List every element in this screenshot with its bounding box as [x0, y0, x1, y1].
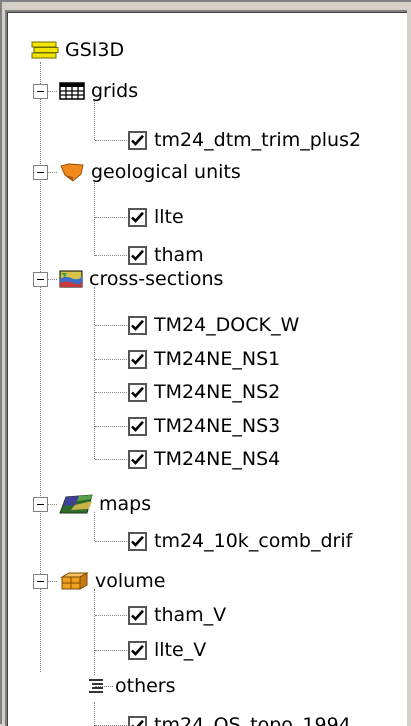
tree-group-volume[interactable]: volume	[59, 565, 165, 597]
tree-group-maps[interactable]: maps	[59, 488, 151, 520]
tree-item-label: tm24_OS_topo_1994	[154, 709, 351, 726]
tree-hconn	[95, 650, 127, 651]
layer-checkbox[interactable]	[128, 246, 147, 265]
tree-item-label: tm24_dtm_trim_plus2	[154, 124, 361, 156]
layer-checkbox[interactable]	[128, 450, 147, 469]
tree-hconn	[95, 217, 127, 218]
tree-hconn	[95, 359, 127, 360]
tree-group-label: others	[115, 670, 176, 702]
tree-hconn	[95, 615, 127, 616]
checkmark-icon	[131, 644, 144, 657]
layer-checkbox[interactable]	[128, 350, 147, 369]
tree-group-label: geological units	[91, 156, 241, 188]
tree-hconn	[95, 541, 127, 542]
tree-item[interactable]: TM24_DOCK_W	[128, 309, 299, 341]
checkmark-icon	[131, 453, 144, 466]
tree-group-geological-units[interactable]: geological units	[59, 156, 241, 188]
tree-item-label: llte_V	[154, 634, 206, 666]
layer-checkbox[interactable]	[128, 208, 147, 227]
layer-checkbox[interactable]	[128, 606, 147, 625]
tree-group-label: maps	[99, 488, 151, 520]
tree-group-cross-sections[interactable]: cross-sections	[59, 263, 223, 295]
layer-tree[interactable]: GSI3D grids tm24_dtm_trim_plus2	[5, 10, 407, 726]
tree-item[interactable]: tham_V	[128, 599, 226, 631]
checkmark-icon	[131, 386, 144, 399]
checkmark-icon	[131, 535, 144, 548]
tree-item[interactable]: tm24_dtm_trim_plus2	[128, 124, 361, 156]
checkmark-icon	[131, 609, 144, 622]
tree-connector-others	[94, 702, 95, 726]
tree-item-label: TM24NE_NS3	[154, 410, 280, 442]
layer-checkbox[interactable]	[128, 131, 147, 150]
tree-hconn	[95, 459, 127, 460]
layer-checkbox[interactable]	[128, 316, 147, 335]
tree-item[interactable]: TM24NE_NS4	[128, 443, 280, 475]
yellow-stack-icon	[31, 41, 59, 59]
checkmark-icon	[131, 319, 144, 332]
tree-hconn	[95, 140, 127, 141]
checkmark-icon	[131, 353, 144, 366]
collapse-button-geological-units[interactable]	[33, 165, 48, 180]
tree-item[interactable]: tm24_OS_topo_1994	[128, 709, 351, 726]
tree-root-label: GSI3D	[65, 34, 124, 66]
layer-checkbox[interactable]	[128, 532, 147, 551]
tree-item-label: tm24_10k_comb_drif	[154, 525, 352, 557]
tree-root[interactable]: GSI3D	[31, 34, 124, 66]
tree-item-label: TM24NE_NS4	[154, 443, 280, 475]
collapse-button-cross-sections[interactable]	[33, 272, 48, 287]
grid-table-icon	[59, 82, 85, 100]
layer-checkbox[interactable]	[128, 417, 147, 436]
collapse-button-maps[interactable]	[33, 497, 48, 512]
checkmark-icon	[131, 134, 144, 147]
tree-item[interactable]: llte	[128, 201, 184, 233]
tree-group-label: volume	[95, 565, 165, 597]
tree-hconn	[47, 581, 57, 582]
tree-item-label: llte	[154, 201, 184, 233]
cross-section-icon	[59, 269, 83, 289]
tree-hconn	[47, 279, 57, 280]
tree-item-label: TM24NE_NS1	[154, 343, 280, 375]
tree-hconn	[95, 325, 127, 326]
collapse-button-grids[interactable]	[33, 84, 48, 99]
layer-checkbox[interactable]	[128, 383, 147, 402]
tree-hconn	[47, 91, 57, 92]
tree-group-others[interactable]: others	[87, 670, 176, 702]
orange-shape-icon	[59, 162, 85, 182]
tree-item[interactable]: TM24NE_NS2	[128, 376, 280, 408]
tree-hconn	[47, 172, 57, 173]
checkmark-icon	[131, 249, 144, 262]
volume-box-icon	[59, 571, 89, 591]
tree-item-label: TM24_DOCK_W	[154, 309, 299, 341]
tree-item-label: tham_V	[154, 599, 226, 631]
tree-item[interactable]: TM24NE_NS1	[128, 343, 280, 375]
lines-icon	[87, 677, 109, 695]
tree-item[interactable]: llte_V	[128, 634, 206, 666]
collapse-button-volume[interactable]	[33, 574, 48, 589]
tree-connector-xs	[94, 287, 95, 459]
checkmark-icon	[131, 420, 144, 433]
checkmark-icon	[131, 211, 144, 224]
tree-hconn	[95, 255, 127, 256]
tree-group-grids[interactable]: grids	[59, 75, 138, 107]
tree-group-label: grids	[91, 75, 138, 107]
tree-item[interactable]: TM24NE_NS3	[128, 410, 280, 442]
tree-connector-volume	[94, 589, 95, 675]
map-icon	[59, 493, 93, 515]
tree-hconn	[95, 426, 127, 427]
checkmark-icon	[131, 719, 144, 726]
tree-group-label: cross-sections	[89, 263, 223, 295]
tree-item[interactable]: tm24_10k_comb_drif	[128, 525, 352, 557]
tree-hconn	[47, 504, 57, 505]
layer-checkbox[interactable]	[128, 641, 147, 660]
tree-connector-geo	[94, 180, 95, 256]
tree-item-label: TM24NE_NS2	[154, 376, 280, 408]
tree-hconn	[95, 392, 127, 393]
layer-checkbox[interactable]	[128, 716, 147, 726]
